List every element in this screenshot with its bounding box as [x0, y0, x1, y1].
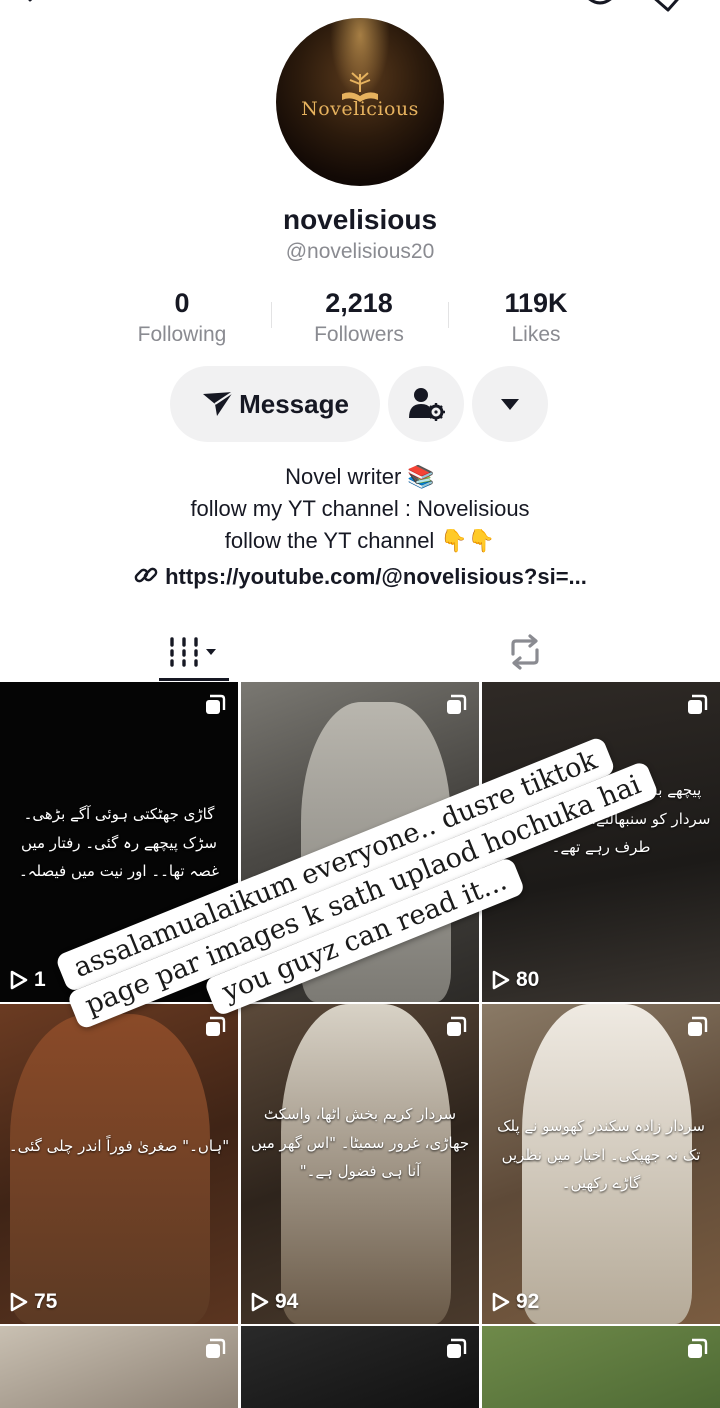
video-caption: سردار کریم بخش اٹھا، واسکٹ جھاڑی، غرور س… — [250, 1105, 470, 1180]
tab-reposts[interactable] — [490, 624, 560, 680]
video-thumbnail[interactable]: سردار کریم بخش اٹھا، واسکٹ جھاڑی، غرور س… — [241, 1004, 479, 1324]
caret-down-icon — [501, 399, 519, 410]
notification-bell-icon[interactable] — [580, 0, 620, 16]
bio-line: Novel writer 📚 — [285, 464, 435, 489]
tab-videos[interactable] — [159, 624, 229, 680]
user-settings-icon — [409, 388, 445, 421]
play-count: 75 — [10, 1290, 57, 1314]
likes-count: 119K — [504, 288, 568, 318]
video-thumbnail[interactable] — [241, 1326, 479, 1408]
multi-image-icon — [206, 1338, 226, 1358]
message-label: Message — [239, 388, 349, 419]
multi-image-icon — [447, 1016, 467, 1036]
video-thumbnail[interactable] — [482, 1326, 720, 1408]
grid-tab-icon — [170, 637, 216, 667]
avatar-logo-text: Novelicious — [301, 98, 419, 120]
play-count-value: 1 — [34, 968, 46, 991]
bio-link-text: https://youtube.com/@novelisious?si=... — [165, 564, 587, 589]
play-icon — [10, 1292, 28, 1312]
video-caption: "ہاں۔" صغریٰ فوراً اندر چلی گئی۔ — [8, 1137, 230, 1155]
play-count-value: 75 — [34, 1290, 58, 1313]
back-arrow-icon[interactable] — [18, 0, 48, 16]
multi-image-icon — [688, 1016, 708, 1036]
link-icon — [134, 567, 158, 583]
play-icon — [492, 1292, 510, 1312]
profile-display-name: novelisious — [282, 204, 438, 235]
play-icon — [251, 1292, 269, 1312]
multi-image-icon — [206, 694, 226, 714]
play-count: 92 — [492, 1290, 539, 1314]
stat-likes[interactable]: 119K Likes — [446, 288, 626, 347]
likes-label: Likes — [511, 323, 561, 346]
multi-image-icon — [447, 1338, 467, 1358]
more-dropdown-button[interactable] — [472, 366, 548, 442]
stat-following[interactable]: 0 Following — [92, 288, 272, 347]
video-thumbnail[interactable]: سردار زادہ سکندر کھوسو نے پلک تک نہ جھپک… — [482, 1004, 720, 1324]
video-caption: سردار زادہ سکندر کھوسو نے پلک تک نہ جھپک… — [497, 1117, 705, 1192]
multi-image-icon — [447, 694, 467, 714]
follow-settings-button[interactable] — [388, 366, 464, 442]
following-count: 0 — [174, 288, 190, 318]
video-caption: گاڑی جھٹکتی ہوئی آگے بڑھی۔ سڑک پیچھے رہ … — [18, 805, 220, 880]
following-label: Following — [137, 323, 227, 346]
message-button[interactable]: Message — [170, 366, 380, 442]
multi-image-icon — [688, 694, 708, 714]
followers-label: Followers — [314, 323, 404, 346]
play-icon — [10, 970, 28, 990]
profile-avatar[interactable]: Novelicious — [276, 18, 444, 186]
send-icon — [203, 391, 234, 416]
profile-handle: @novelisious20 — [285, 240, 435, 263]
stat-followers[interactable]: 2,218 Followers — [269, 288, 449, 347]
multi-image-icon — [688, 1338, 708, 1358]
bio-link[interactable]: https://youtube.com/@novelisious?si=... — [0, 562, 720, 590]
bio-line: follow the YT channel 👇👇 — [224, 528, 496, 553]
play-count: 1 — [10, 968, 46, 992]
play-count: 94 — [251, 1290, 298, 1314]
play-count-value: 94 — [275, 1290, 299, 1313]
active-tab-indicator — [159, 678, 229, 681]
bio-line: follow my YT channel : Novelisious — [190, 496, 530, 521]
play-icon — [492, 970, 510, 990]
share-icon[interactable] — [648, 0, 688, 16]
play-count-value: 80 — [516, 968, 540, 991]
play-count: 80 — [492, 968, 539, 992]
play-count-value: 92 — [516, 1290, 540, 1313]
followers-count: 2,218 — [325, 288, 393, 318]
video-thumbnail[interactable] — [0, 1326, 238, 1408]
repost-icon — [511, 634, 539, 670]
